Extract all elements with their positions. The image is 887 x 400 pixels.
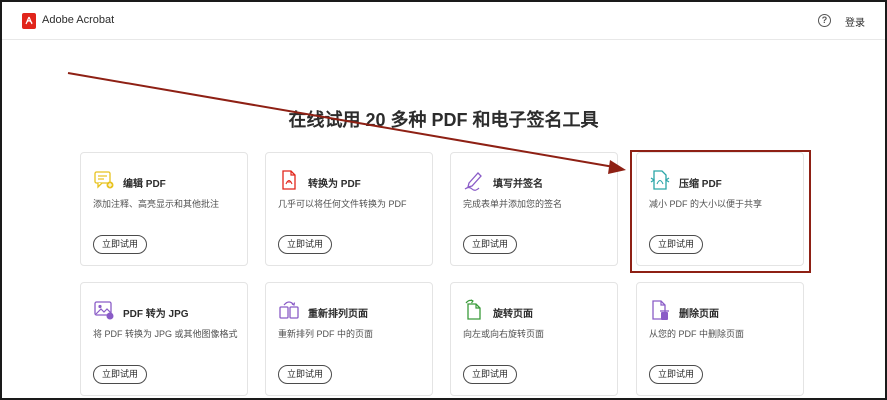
annotation-arrow-icon	[67, 72, 626, 174]
app-window: Adobe Acrobat ? 登录 在线试用 20 多种 PDF 和电子签名工…	[2, 2, 885, 398]
